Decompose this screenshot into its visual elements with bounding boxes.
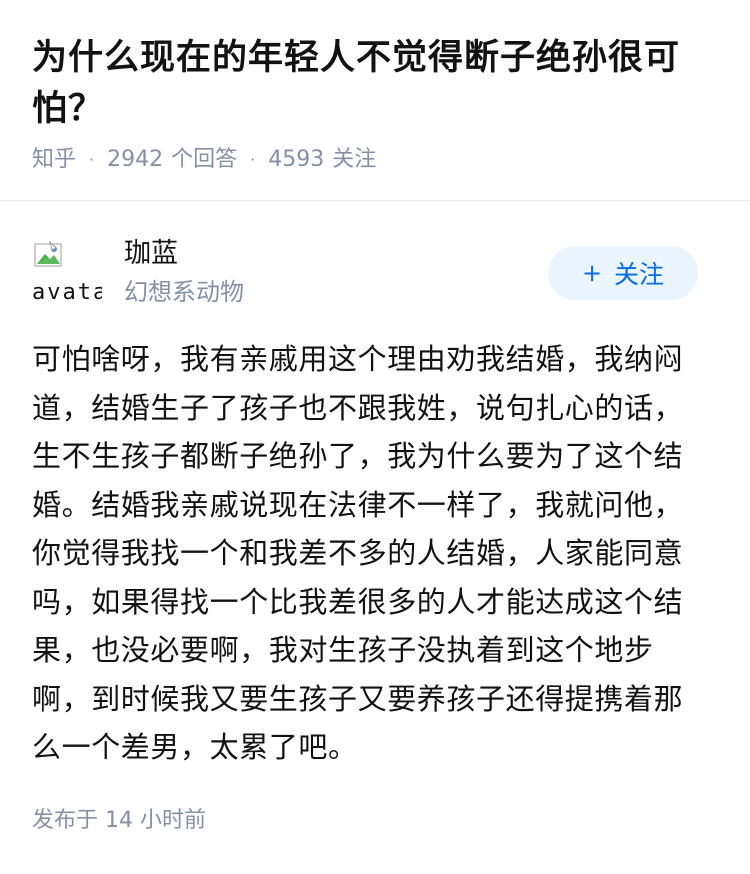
follow-button[interactable]: + 关注 <box>548 246 698 300</box>
author-row: avatar 珈蓝 幻想系动物 + 关注 <box>32 236 718 312</box>
question-title[interactable]: 为什么现在的年轻人不觉得断子绝孙很可怕？ <box>32 33 718 135</box>
follower-count-label: 关注 <box>332 147 377 172</box>
avatar[interactable]: avatar <box>32 240 102 310</box>
follow-label: 关注 <box>614 260 665 289</box>
answer-content: 可怕啥呀，我有亲戚用这个理由劝我结婚，我纳闷道，结婚生子了孩子也不跟我姓，说句扎… <box>32 342 684 764</box>
follower-count: 4593 <box>268 147 325 172</box>
source-label[interactable]: 知乎 <box>32 146 76 174</box>
answer-count: 2942 <box>107 147 164 172</box>
avatar-alt-text: avatar <box>32 280 102 305</box>
author-bio: 幻想系动物 <box>124 278 244 306</box>
broken-image-icon <box>34 240 62 267</box>
publish-time: 发布于 14 小时前 <box>32 808 206 833</box>
author-name[interactable]: 珈蓝 <box>124 236 178 272</box>
separator-dot: · <box>250 150 256 169</box>
answer-count-label: 个回答 <box>171 147 238 172</box>
plus-icon: + <box>581 259 603 287</box>
separator-dot: · <box>89 150 95 169</box>
header-divider <box>0 200 750 201</box>
question-meta: 知乎 · 2942 个回答 · 4593 关注 <box>32 146 376 174</box>
question-header: 为什么现在的年轻人不觉得断子绝孙很可怕？ 知乎 · 2942 个回答 · 459… <box>0 0 750 200</box>
